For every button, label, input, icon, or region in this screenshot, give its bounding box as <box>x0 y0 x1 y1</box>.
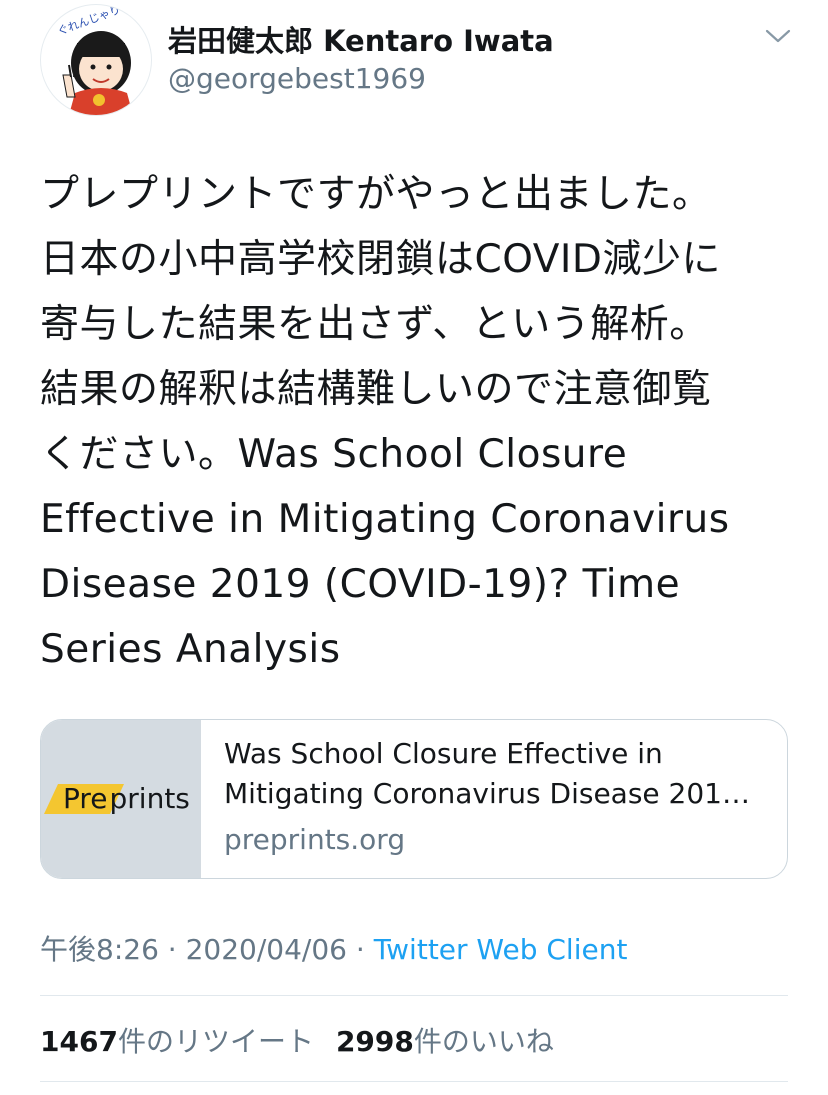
tweet-line: 日本の小中高学校閉鎖はCOVID減少に <box>40 237 721 282</box>
preprints-logo: Preprints <box>47 782 190 816</box>
likes-stat[interactable]: 2998件のいいね <box>336 1025 554 1058</box>
link-card-title: Mitigating Coronavirus Disease 201… <box>224 777 750 810</box>
logo-rest-text: prints <box>109 782 190 815</box>
divider <box>40 995 788 996</box>
link-card-text: Was School Closure Effective in Mitigati… <box>224 734 774 860</box>
divider <box>40 1081 788 1082</box>
meta-separator: · <box>346 933 374 966</box>
meta-separator: · <box>158 933 186 966</box>
tweet-line: 寄与した結果を出さず、という解析。 <box>40 302 709 347</box>
cartoon-girl-avatar-icon: ぐれんじゃり <box>56 5 133 115</box>
avatar-handwritten-text: ぐれんじゃり <box>56 5 122 38</box>
link-card-title: Was School Closure Effective in <box>224 737 663 770</box>
author-display-name[interactable]: 岩田健太郎 Kentaro Iwata <box>168 18 554 60</box>
tweet-line: Disease 2019 (COVID-19)? Time <box>40 562 681 607</box>
logo-pre-text: Pre <box>63 782 108 815</box>
tweet-time: 午後8:26 <box>40 933 159 966</box>
tweet-line: プレプリントですがやっと出ました。 <box>40 172 712 217</box>
tweet-line: Series Analysis <box>40 627 341 672</box>
likes-count: 2998 <box>335 1025 414 1058</box>
chevron-down-icon[interactable] <box>764 26 792 46</box>
tweet-meta: 午後8:26 · 2020/04/06 · Twitter Web Client <box>40 928 627 968</box>
link-card-thumbnail: Preprints <box>41 720 201 878</box>
tweet-client-link[interactable]: Twitter Web Client <box>374 933 628 966</box>
likes-label: 件のいいね <box>413 1025 554 1058</box>
tweet-line: 結果の解釈は結構難しいので注意御覧 <box>40 367 712 412</box>
retweets-count: 1467 <box>40 1025 118 1058</box>
retweets-stat[interactable]: 1467件のリツイート <box>40 1025 314 1058</box>
avatar[interactable]: ぐれんじゃり <box>40 4 152 116</box>
link-card-domain: preprints.org <box>224 823 406 856</box>
tweet-text: プレプリントですがやっと出ました。 日本の小中高学校閉鎖はCOVID減少に 寄与… <box>40 162 800 682</box>
link-card[interactable]: Preprints Was School Closure Effective i… <box>40 719 788 879</box>
tweet-line: ください。Was School Closure <box>40 432 628 477</box>
tweet-stats: 1467件のリツイート 2998件のいいね <box>40 1020 554 1060</box>
retweets-label: 件のリツイート <box>117 1025 314 1058</box>
tweet-date: 2020/04/06 <box>185 933 347 966</box>
tweet-line: Effective in Mitigating Coronavirus <box>40 497 730 542</box>
author-handle[interactable]: @georgebest1969 <box>168 62 426 95</box>
